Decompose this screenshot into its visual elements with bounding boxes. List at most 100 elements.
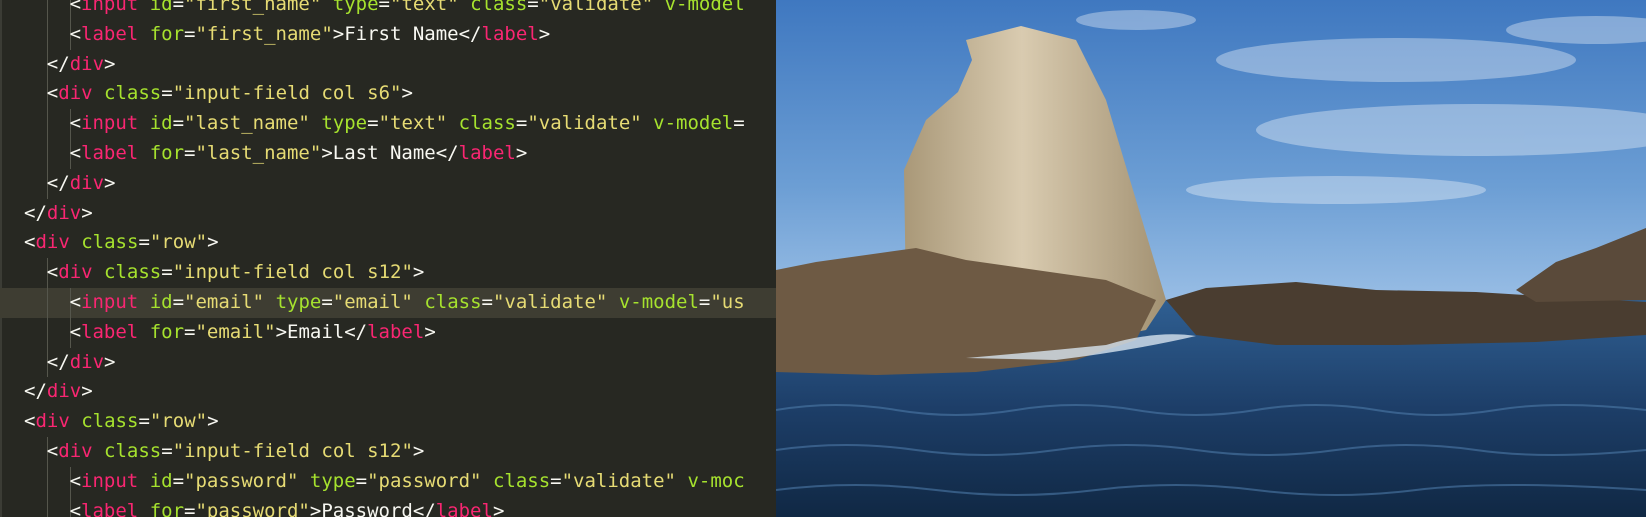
code-line[interactable]: </div> xyxy=(0,377,776,407)
code-content: </div> xyxy=(24,377,93,407)
code-token: > xyxy=(207,231,219,254)
code-token: id xyxy=(149,112,173,135)
code-content: <input id="first_name" type="text" class… xyxy=(70,0,745,20)
code-token: for xyxy=(149,142,185,164)
code-token: class xyxy=(104,440,162,462)
code-content: <div class="input-field col s6"> xyxy=(47,79,413,109)
code-content: <input id="password" type="password" cla… xyxy=(70,467,745,497)
code-token: > xyxy=(309,499,322,517)
code-token: div xyxy=(46,380,82,403)
code-token: > xyxy=(104,52,116,75)
code-token: > xyxy=(424,320,436,343)
code-content: <input id="email" type="email" class="va… xyxy=(70,288,745,318)
photo-illustration xyxy=(776,0,1646,517)
code-token: label xyxy=(481,22,539,45)
code-content: </div> xyxy=(47,169,116,199)
code-line[interactable]: <div class="input-field col s12"> xyxy=(0,258,776,288)
code-token: for xyxy=(149,22,185,45)
code-token: > xyxy=(207,410,219,433)
code-content: <div class="input-field col s12"> xyxy=(47,437,425,467)
code-content: <label for="first_name">First Name</labe… xyxy=(70,20,551,50)
code-line[interactable]: <input id="first_name" type="text" class… xyxy=(0,0,776,20)
code-token: v-model xyxy=(618,291,699,313)
code-token: = xyxy=(355,469,368,492)
code-token: = xyxy=(172,469,185,492)
code-token: input xyxy=(81,0,139,15)
code-line[interactable]: <div class="row"> xyxy=(0,228,776,258)
code-content: </div> xyxy=(24,199,93,229)
code-token: "first_name" xyxy=(184,0,322,15)
code-token: > xyxy=(332,22,345,45)
code-token: = xyxy=(184,320,196,343)
code-token: Password xyxy=(321,499,413,517)
code-editor[interactable]: <input id="first_name" type="text" class… xyxy=(0,0,776,517)
code-content: <label for="email">Email</label> xyxy=(70,318,436,348)
code-line[interactable]: <label for="password">Password</label> xyxy=(0,496,776,517)
code-line[interactable]: </div> xyxy=(0,168,776,199)
code-line[interactable]: <div class="input-field col s6"> xyxy=(0,79,776,110)
code-token: v-model xyxy=(653,112,734,135)
code-line[interactable]: </div> xyxy=(0,199,776,229)
code-content: <label for="password">Password</label> xyxy=(70,497,505,517)
code-token: < xyxy=(24,231,36,254)
code-token: for xyxy=(149,499,185,517)
code-token: > xyxy=(81,380,93,403)
code-token: label xyxy=(81,142,139,164)
indent-guide xyxy=(46,139,48,169)
code-token: class xyxy=(104,261,162,284)
code-token: = xyxy=(733,112,745,135)
code-token: = xyxy=(161,82,173,105)
code-line[interactable]: </div> xyxy=(0,347,776,378)
code-content: <div class="input-field col s12"> xyxy=(47,258,425,288)
code-token: = xyxy=(515,112,528,135)
code-line[interactable]: <label for="email">Email</label> xyxy=(0,317,776,348)
code-line[interactable]: <input id="password" type="password" cla… xyxy=(0,466,776,497)
code-line[interactable]: <label for="first_name">First Name</labe… xyxy=(0,19,776,50)
indent-guide xyxy=(46,288,48,318)
code-token: < xyxy=(46,261,59,284)
code-token: div xyxy=(35,410,70,433)
code-line[interactable]: <input id="last_name" type="text" class=… xyxy=(0,109,776,139)
code-line[interactable]: <div class="row"> xyxy=(0,407,776,437)
code-token: = xyxy=(172,0,185,15)
code-token: v-model xyxy=(664,0,745,15)
code-token: > xyxy=(412,261,425,284)
code-token: "password" xyxy=(195,499,310,517)
code-line[interactable]: <div class="input-field col s12"> xyxy=(0,437,776,467)
code-token: = xyxy=(527,0,539,15)
code-token: > xyxy=(104,171,116,194)
code-line[interactable]: <input id="email" type="email" class="va… xyxy=(0,288,776,318)
code-token: < xyxy=(46,440,59,462)
code-token: = xyxy=(481,291,493,313)
code-token: label xyxy=(435,499,493,517)
code-token: "password" xyxy=(184,469,299,492)
code-token: div xyxy=(58,440,93,462)
code-line[interactable]: </div> xyxy=(0,49,776,80)
code-token: </ xyxy=(435,142,459,164)
code-content: <label for="last_name">Last Name</label> xyxy=(70,139,528,169)
code-token: input xyxy=(81,112,139,135)
code-token: = xyxy=(367,112,379,135)
code-token: class xyxy=(492,469,551,492)
code-token: "row" xyxy=(149,410,208,433)
code-token: </ xyxy=(344,320,368,343)
code-line[interactable]: <label for="last_name">Last Name</label> xyxy=(0,139,776,169)
code-token: "text" xyxy=(390,0,459,15)
code-token: </ xyxy=(46,171,70,194)
code-token: id xyxy=(149,0,173,15)
code-content: <div class="row"> xyxy=(24,407,219,437)
code-token: > xyxy=(104,350,116,373)
code-token: < xyxy=(69,142,82,164)
code-token: = xyxy=(172,112,185,135)
